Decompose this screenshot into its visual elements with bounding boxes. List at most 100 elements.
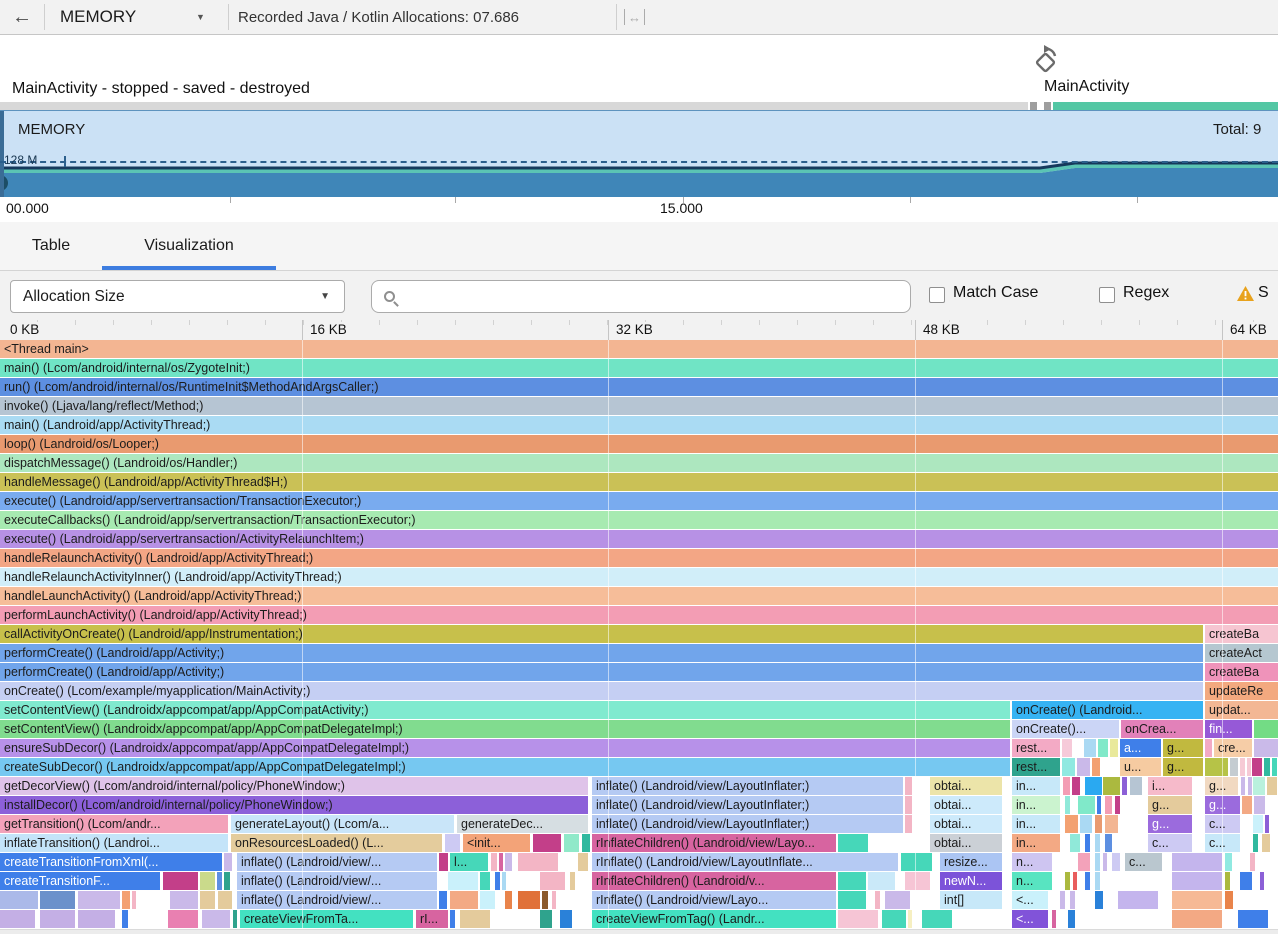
flame-segment[interactable] (1085, 834, 1090, 852)
flame-segment[interactable] (495, 872, 500, 890)
flame-segment[interactable] (502, 872, 506, 890)
flame-segment[interactable]: fin... (1205, 720, 1252, 738)
flame-segment[interactable] (1095, 815, 1102, 833)
flame-segment[interactable] (1080, 815, 1092, 833)
flame-segment[interactable]: g... (1205, 796, 1240, 814)
flame-segment[interactable]: handleRelaunchActivityInner() (Landroid/… (0, 568, 1278, 586)
flame-segment[interactable] (1078, 796, 1095, 814)
flame-segment[interactable]: handleRelaunchActivity() (Landroid/app/A… (0, 549, 1278, 567)
flame-segment[interactable] (905, 872, 930, 890)
flame-segment[interactable] (217, 872, 222, 890)
flame-segment[interactable]: l... (450, 853, 488, 871)
flame-segment[interactable] (1060, 891, 1065, 909)
session-selector-label[interactable]: MEMORY (60, 0, 136, 34)
flame-segment[interactable] (905, 796, 912, 814)
flame-segment[interactable] (40, 891, 75, 909)
flame-segment[interactable]: in... (1012, 834, 1060, 852)
flame-segment[interactable] (0, 910, 35, 928)
flame-segment[interactable]: getDecorView() (Lcom/android/internal/po… (0, 777, 588, 795)
flame-segment[interactable]: invoke() (Ljava/lang/reflect/Method;) (0, 397, 1278, 415)
time-axis[interactable]: 00.00015.000 (0, 197, 1278, 222)
flame-segment[interactable] (1205, 739, 1212, 757)
flame-segment[interactable] (0, 891, 38, 909)
flame-segment[interactable]: createSubDecor() (Landroidx/appcompat/ap… (0, 758, 1010, 776)
flame-segment[interactable]: rInflateChildren() (Landroid/view/Layo..… (592, 834, 836, 852)
flame-segment[interactable]: obtai... (930, 796, 1002, 814)
flame-segment[interactable] (882, 910, 906, 928)
flame-segment[interactable]: cre... (1214, 739, 1252, 757)
flame-segment[interactable] (564, 834, 579, 852)
flame-segment[interactable] (885, 891, 910, 909)
flame-segment[interactable] (170, 891, 198, 909)
flame-segment[interactable] (518, 853, 558, 871)
flame-segment[interactable]: in... (1012, 815, 1060, 833)
flame-segment[interactable] (1130, 777, 1142, 795)
flame-segment[interactable] (1265, 815, 1269, 833)
flame-segment[interactable] (499, 853, 503, 871)
flame-segment[interactable]: updateRe (1205, 682, 1278, 700)
flame-segment[interactable]: updat... (1205, 701, 1278, 719)
flame-segment[interactable] (1098, 739, 1108, 757)
tab-table[interactable]: Table (0, 222, 102, 270)
memory-timeline-chart[interactable]: 128 M MEMORY Total: 9 (0, 110, 1278, 197)
flame-segment[interactable]: execute() (Landroid/app/servertransactio… (0, 492, 1278, 510)
flame-segment[interactable]: main() (Lcom/android/internal/os/ZygoteI… (0, 359, 1278, 377)
flame-segment[interactable] (450, 910, 455, 928)
flame-segment[interactable] (1253, 777, 1265, 795)
flame-segment[interactable]: inflate() (Landroid/view/... (237, 853, 437, 871)
flame-segment[interactable] (1172, 910, 1222, 928)
flame-segment[interactable]: <... (1012, 910, 1048, 928)
lifecycle-segment[interactable] (1053, 102, 1278, 110)
match-case-label[interactable]: Match Case (953, 284, 1038, 302)
flame-segment[interactable] (540, 910, 552, 928)
search-field[interactable] (371, 280, 911, 313)
flame-segment[interactable]: ensureSubDecor() (Landroidx/appcompat/ap… (0, 739, 1010, 757)
flame-segment[interactable]: generateLayout() (Lcom/a... (231, 815, 454, 833)
tab-visualization[interactable]: Visualization (102, 222, 276, 270)
flame-segment[interactable] (1241, 777, 1245, 795)
flame-segment[interactable] (533, 834, 561, 852)
flame-segment[interactable] (1077, 758, 1090, 776)
flame-segment[interactable]: u... (1120, 758, 1161, 776)
flame-segment[interactable] (1065, 815, 1078, 833)
search-input[interactable] (405, 288, 900, 305)
flame-segment[interactable] (168, 910, 198, 928)
flame-segment[interactable]: c... (1148, 834, 1192, 852)
flame-segment[interactable] (922, 910, 952, 928)
flame-segment[interactable]: newN... (940, 872, 1002, 890)
flame-segment[interactable] (202, 910, 230, 928)
flame-segment[interactable] (1118, 891, 1158, 909)
flame-segment[interactable] (1110, 739, 1118, 757)
flame-segment[interactable]: rInflate() (Landroid/view/LayoutInflate.… (592, 853, 898, 871)
flame-segment[interactable]: setContentView() (Landroidx/appcompat/ap… (0, 701, 1010, 719)
flame-segment[interactable] (875, 891, 880, 909)
flame-segment[interactable]: in... (1012, 796, 1060, 814)
flame-segment[interactable]: run() (Lcom/android/internal/os/RuntimeI… (0, 378, 1278, 396)
flame-segment[interactable]: createBa (1205, 663, 1278, 681)
zoom-to-fit-icon[interactable]: ↔ (624, 9, 645, 25)
flame-segment[interactable] (1225, 891, 1233, 909)
flame-segment[interactable] (40, 910, 75, 928)
flame-segment[interactable]: createTransitionF... (0, 872, 160, 890)
lifecycle-segment[interactable] (1044, 102, 1051, 110)
flame-segment[interactable]: createViewFromTag() (Landr... (592, 910, 836, 928)
flame-segment[interactable] (1092, 758, 1100, 776)
flame-segment[interactable] (1225, 853, 1232, 871)
flame-segment[interactable] (1264, 758, 1270, 776)
flame-segment[interactable]: g... (1163, 739, 1203, 757)
flame-segment[interactable]: installDecor() (Lcom/android/internal/po… (0, 796, 588, 814)
flame-segment[interactable] (518, 891, 540, 909)
flame-segment[interactable]: onCrea... (1121, 720, 1203, 738)
flame-segment[interactable]: c... (1125, 853, 1162, 871)
flame-segment[interactable]: <init... (463, 834, 530, 852)
flame-segment[interactable] (1103, 853, 1107, 871)
flame-segment[interactable]: g... (1205, 777, 1238, 795)
flame-segment[interactable] (1105, 815, 1118, 833)
flame-segment[interactable] (1238, 910, 1268, 928)
flame-segment[interactable] (552, 891, 556, 909)
flame-segment[interactable] (1095, 834, 1100, 852)
flame-segment[interactable] (1242, 796, 1252, 814)
flame-segment[interactable] (439, 853, 448, 871)
flame-segment[interactable]: <... (1012, 891, 1048, 909)
flame-segment[interactable]: createAct (1205, 644, 1278, 662)
